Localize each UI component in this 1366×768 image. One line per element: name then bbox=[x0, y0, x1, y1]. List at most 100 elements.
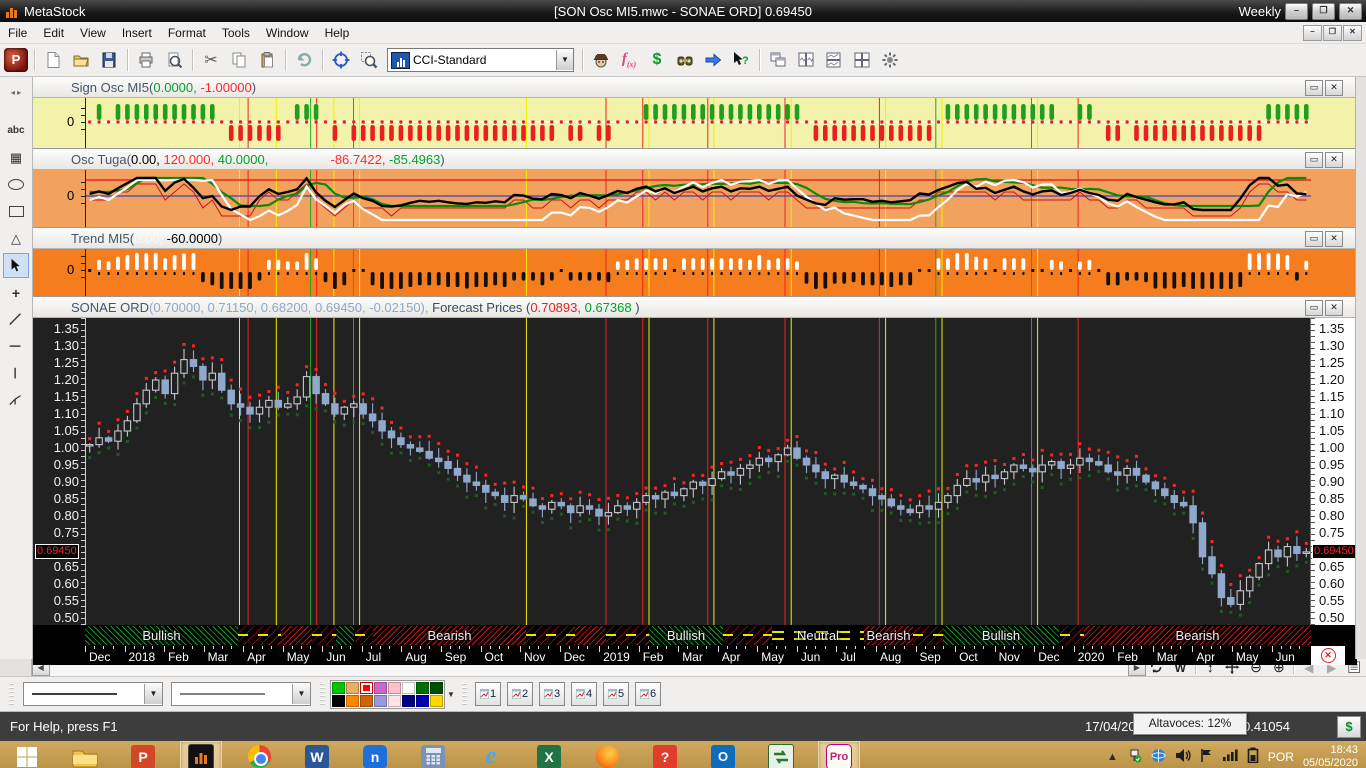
taskbar-firefox-button[interactable] bbox=[586, 741, 628, 768]
osc-tuga-panel-close-button[interactable]: ✕ bbox=[1325, 152, 1343, 168]
color-swatch[interactable] bbox=[346, 695, 359, 707]
color-swatch[interactable] bbox=[346, 682, 359, 694]
dropdown-arrow-icon[interactable]: ▼ bbox=[556, 50, 573, 70]
speaker-icon[interactable] bbox=[1175, 748, 1191, 766]
taskbar-metastock-button[interactable] bbox=[180, 741, 222, 768]
horizontal-line-tool[interactable] bbox=[3, 334, 29, 359]
vertical-line-tool[interactable] bbox=[3, 361, 29, 386]
menu-window[interactable]: Window bbox=[258, 23, 317, 43]
ellipse-tool[interactable] bbox=[3, 172, 29, 197]
palette-dropdown-arrow[interactable]: ▼ bbox=[445, 681, 457, 708]
taskbar-maxthon-button[interactable]: n bbox=[354, 741, 396, 768]
dollar-status-button[interactable]: $ bbox=[1337, 716, 1361, 738]
tile-grid-button[interactable] bbox=[848, 46, 876, 74]
scroll-handle[interactable]: ◂ ▸ bbox=[3, 80, 29, 105]
taskbar-powerpoint-button[interactable]: P bbox=[122, 741, 164, 768]
color-swatch[interactable] bbox=[416, 695, 429, 707]
taskbar-project-button[interactable] bbox=[760, 741, 802, 768]
triangle-tool[interactable]: △ bbox=[3, 226, 29, 251]
taskbar-calculator-button[interactable] bbox=[412, 741, 454, 768]
price-plot[interactable]: 1.351.351.301.301.251.251.201.201.151.15… bbox=[33, 318, 1357, 625]
arrange-desktop-button[interactable] bbox=[876, 46, 904, 74]
flag-icon[interactable] bbox=[1200, 748, 1213, 766]
pointer-tool[interactable] bbox=[3, 253, 29, 278]
cascade-windows-button[interactable] bbox=[764, 46, 792, 74]
color-swatch[interactable] bbox=[416, 682, 429, 694]
taskbar-start-button[interactable] bbox=[6, 741, 48, 768]
tray-expand-icon[interactable]: ▲ bbox=[1107, 751, 1118, 763]
color-swatch[interactable] bbox=[374, 682, 387, 694]
restore-button[interactable]: ❐ bbox=[1312, 3, 1335, 20]
language-indicator[interactable]: POR bbox=[1268, 750, 1294, 764]
zoom-box-button[interactable] bbox=[355, 46, 383, 74]
close-button[interactable]: ✕ bbox=[1339, 3, 1362, 20]
layout-5-button[interactable]: 5 bbox=[603, 682, 629, 706]
menu-insert[interactable]: Insert bbox=[114, 23, 160, 43]
battery-icon[interactable] bbox=[1247, 747, 1259, 766]
indicator-builder-button[interactable]: f(x) bbox=[615, 46, 643, 74]
title-bar[interactable]: MetaStock [SON Osc MI5.mwc - SONAE ORD] … bbox=[0, 0, 1366, 22]
taskbar-pro-button[interactable]: Pro bbox=[818, 741, 860, 768]
color-swatch[interactable] bbox=[430, 695, 443, 707]
color-swatch[interactable] bbox=[388, 695, 401, 707]
doc-minimize-button[interactable]: – bbox=[1303, 25, 1322, 41]
taskbar-outlook-button[interactable]: O bbox=[702, 741, 744, 768]
menu-edit[interactable]: Edit bbox=[35, 23, 72, 43]
network-icon[interactable] bbox=[1151, 748, 1166, 766]
trend-mi5-panel-header[interactable]: Trend MI5 (0.00, -60.0000 )▭✕ bbox=[33, 228, 1357, 249]
undo-button[interactable] bbox=[290, 46, 318, 74]
color-swatch[interactable] bbox=[332, 695, 345, 707]
line-style-select[interactable]: ▼ bbox=[23, 682, 163, 706]
crosshair-pointer-button[interactable] bbox=[327, 46, 355, 74]
layout-3-button[interactable]: 3 bbox=[539, 682, 565, 706]
angle-line-tool[interactable] bbox=[3, 388, 29, 413]
layout-2-button[interactable]: 2 bbox=[507, 682, 533, 706]
sign-osc-panel-close-button[interactable]: ✕ bbox=[1325, 80, 1343, 96]
taskbar-excel-button[interactable]: X bbox=[528, 741, 570, 768]
open-chart-button[interactable] bbox=[67, 46, 95, 74]
the-explorer-button[interactable] bbox=[671, 46, 699, 74]
doc-close-button[interactable]: ✕ bbox=[1343, 25, 1362, 41]
grid-tool[interactable]: ▦ bbox=[3, 145, 29, 170]
system-tester-button[interactable]: $ bbox=[643, 46, 671, 74]
paste-button[interactable] bbox=[253, 46, 281, 74]
date-axis-close-button[interactable]: ✕ bbox=[1311, 646, 1345, 665]
cut-button[interactable]: ✂ bbox=[197, 46, 225, 74]
indicator-quicklist[interactable]: CCI-Standard▼ bbox=[387, 48, 574, 72]
color-swatch[interactable] bbox=[374, 695, 387, 707]
copy-button[interactable] bbox=[225, 46, 253, 74]
menu-file[interactable]: File bbox=[0, 23, 35, 43]
color-swatch[interactable] bbox=[402, 695, 415, 707]
taskbar-clock[interactable]: 18:4305/05/2020 bbox=[1303, 744, 1358, 768]
crosshair-tool[interactable]: + bbox=[3, 280, 29, 305]
menu-format[interactable]: Format bbox=[160, 23, 214, 43]
sign-osc-panel-restore-button[interactable]: ▭ bbox=[1305, 80, 1323, 96]
taskbar-internet-explorer-button[interactable]: e bbox=[470, 741, 512, 768]
trend-mi5-plot[interactable]: 0 bbox=[33, 249, 1357, 297]
menu-tools[interactable]: Tools bbox=[214, 23, 258, 43]
minimize-button[interactable]: – bbox=[1285, 3, 1308, 20]
layout-6-button[interactable]: 6 bbox=[635, 682, 661, 706]
usb-icon[interactable] bbox=[1127, 748, 1142, 766]
tile-horizontal-button[interactable] bbox=[820, 46, 848, 74]
save-chart-button[interactable] bbox=[95, 46, 123, 74]
rectangle-tool[interactable] bbox=[3, 199, 29, 224]
main-chart-panel-restore-button[interactable]: ▭ bbox=[1305, 300, 1323, 316]
color-swatch[interactable] bbox=[360, 695, 373, 707]
color-swatch[interactable] bbox=[388, 682, 401, 694]
trend-mi5-panel-restore-button[interactable]: ▭ bbox=[1305, 231, 1323, 247]
trend-mi5-panel-close-button[interactable]: ✕ bbox=[1325, 231, 1343, 247]
metastock-pro-logo-button[interactable]: P bbox=[2, 46, 30, 74]
expert-advisor-button[interactable] bbox=[587, 46, 615, 74]
print-setup-button[interactable] bbox=[132, 46, 160, 74]
text-tool[interactable]: abc bbox=[3, 118, 29, 143]
taskbar-file-explorer-button[interactable] bbox=[64, 741, 106, 768]
taskbar-help-button[interactable]: ? bbox=[644, 741, 686, 768]
taskbar-word-button[interactable]: W bbox=[296, 741, 338, 768]
layout-4-button[interactable]: 4 bbox=[571, 682, 597, 706]
main-chart-panel-close-button[interactable]: ✕ bbox=[1325, 300, 1343, 316]
context-help-button[interactable]: ? bbox=[727, 46, 755, 74]
osc-tuga-panel-header[interactable]: Osc Tuga (0.00, 120.000, 40.0000, -83.40… bbox=[33, 149, 1357, 170]
color-swatch[interactable] bbox=[332, 682, 345, 694]
color-swatch[interactable] bbox=[402, 682, 415, 694]
